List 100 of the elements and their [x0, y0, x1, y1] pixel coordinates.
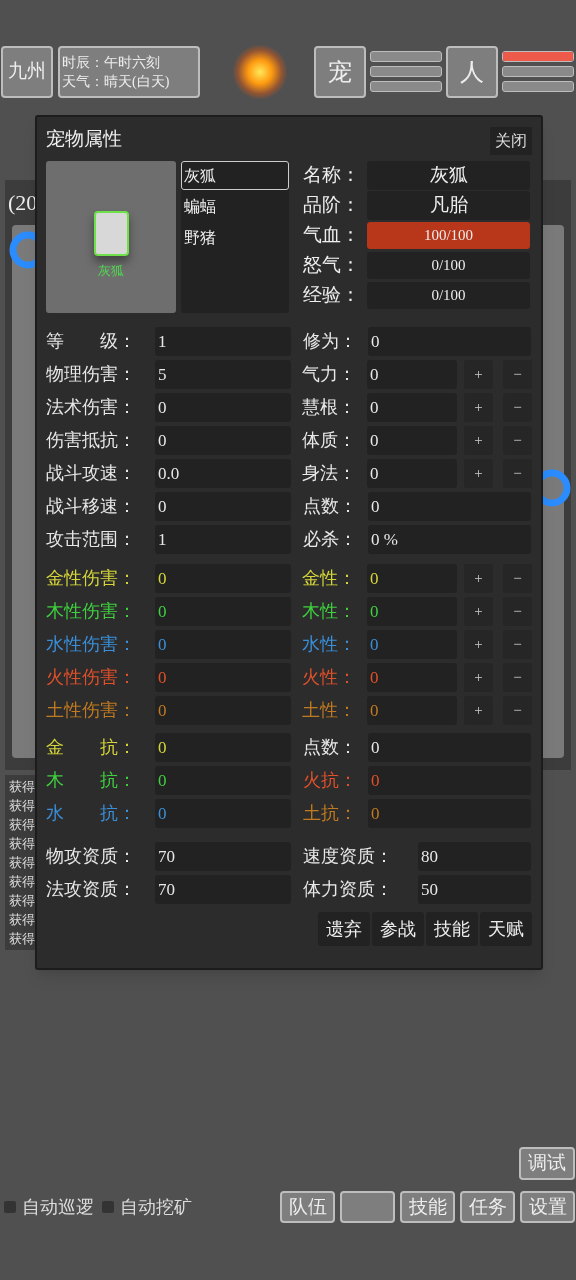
stat-label: 火抗：: [303, 769, 358, 792]
stat-value: 0: [155, 799, 291, 828]
stat-label: 必杀：: [303, 528, 358, 551]
log-line: 获得: [8, 892, 35, 910]
stat-value: 0: [155, 766, 291, 795]
pet-list-item[interactable]: 野猪: [181, 223, 289, 252]
action-button[interactable]: 技能: [426, 912, 478, 946]
stat-label: 木性伤害：: [46, 600, 137, 623]
close-button[interactable]: 关闭: [490, 127, 532, 155]
menu-button[interactable]: [340, 1191, 395, 1223]
plus-button[interactable]: +: [464, 597, 493, 626]
plus-button[interactable]: +: [464, 393, 493, 422]
stat-value: 0: [368, 327, 531, 356]
stat-label: 土性：: [302, 699, 357, 722]
toggle-label: 自动巡逻: [22, 1195, 94, 1219]
toggle-checkbox[interactable]: [4, 1201, 16, 1213]
stat-label: 修为：: [303, 330, 358, 353]
toggle-checkbox[interactable]: [102, 1201, 114, 1213]
minus-button[interactable]: −: [503, 696, 532, 725]
plus-button[interactable]: +: [464, 459, 493, 488]
stat-label: 点数：: [303, 495, 358, 518]
log-line: 获得: [8, 797, 35, 815]
plus-button[interactable]: +: [464, 426, 493, 455]
stat-label: 火性伤害：: [46, 666, 137, 689]
stat-value: 1: [155, 327, 291, 356]
plus-button[interactable]: +: [464, 564, 493, 593]
stat-value: 70: [155, 875, 291, 904]
stat-label: 物理伤害：: [46, 363, 137, 386]
stat-label: 火性：: [302, 666, 357, 689]
stat-value: 0: [367, 360, 457, 389]
info-value: 灰狐: [367, 161, 530, 190]
stat-label: 身法：: [302, 462, 357, 485]
stat-label: 气力：: [302, 363, 357, 386]
stat-label: 体质：: [302, 429, 357, 452]
menu-button[interactable]: 技能: [400, 1191, 455, 1223]
stat-value: 0: [367, 393, 457, 422]
stat-value: 0 %: [368, 525, 531, 554]
stat-value: 0: [155, 564, 291, 593]
action-button[interactable]: 参战: [372, 912, 424, 946]
minus-button[interactable]: −: [503, 426, 532, 455]
action-button[interactable]: 天赋: [480, 912, 532, 946]
stat-value: 0: [155, 663, 291, 692]
status-bar: [502, 51, 574, 62]
minus-button[interactable]: −: [503, 393, 532, 422]
stat-value: 0: [367, 597, 457, 626]
log-line: 获得: [8, 854, 35, 872]
stat-label: 法攻资质：: [46, 878, 137, 901]
meter-reading: 0/100: [430, 256, 467, 276]
minus-button[interactable]: −: [503, 597, 532, 626]
log-line: 获得: [8, 930, 35, 948]
plus-button[interactable]: +: [464, 630, 493, 659]
stat-label: 水性伤害：: [46, 633, 137, 656]
stat-value: 0: [155, 597, 291, 626]
info-label: 名称：: [303, 163, 361, 188]
plus-button[interactable]: +: [464, 360, 493, 389]
stat-label: 木 抗：: [46, 769, 137, 792]
menu-button[interactable]: 任务: [460, 1191, 515, 1223]
stat-value: 0: [155, 630, 291, 659]
minus-button[interactable]: −: [503, 630, 532, 659]
stat-label: 金性伤害：: [46, 567, 137, 590]
pet-list-item[interactable]: 蝙蝠: [181, 192, 289, 221]
pet-list-item[interactable]: 灰狐: [181, 161, 289, 190]
stat-label: 攻击范围：: [46, 528, 137, 551]
stat-label: 战斗攻速：: [46, 462, 137, 485]
stat-label: 体力资质：: [303, 878, 394, 901]
minus-button[interactable]: −: [503, 459, 532, 488]
meter-reading: 100/100: [422, 226, 475, 246]
info-label: 气血：: [303, 223, 361, 248]
info-label: 怒气：: [303, 253, 361, 278]
stat-value: 50: [418, 875, 531, 904]
stat-label: 等 级：: [46, 330, 137, 353]
stat-label: 金性：: [302, 567, 357, 590]
minus-button[interactable]: −: [503, 564, 532, 593]
stat-label: 战斗移速：: [46, 495, 137, 518]
log-line: 获得: [8, 778, 35, 796]
stat-value: 0: [155, 492, 291, 521]
stat-value: 0: [368, 733, 531, 762]
minus-button[interactable]: −: [503, 360, 532, 389]
stat-value: 0: [155, 426, 291, 455]
toggle-label: 自动挖矿: [120, 1195, 192, 1219]
pet-button[interactable]: 宠: [314, 45, 366, 98]
pet-preview-name: 灰狐: [98, 262, 124, 280]
menu-button[interactable]: 设置: [520, 1191, 575, 1223]
stat-label: 物攻资质：: [46, 845, 137, 868]
plus-button[interactable]: +: [464, 696, 493, 725]
dialog-title: 宠物属性: [46, 126, 122, 151]
region-button[interactable]: 九州: [1, 45, 53, 98]
stat-value: 5: [155, 360, 291, 389]
debug-button[interactable]: 调试: [519, 1147, 575, 1180]
log-line: 获得: [8, 911, 35, 929]
plus-button[interactable]: +: [464, 663, 493, 692]
info-label: 品阶：: [303, 193, 361, 218]
stat-value: 80: [418, 842, 531, 871]
weather-text: 天气：晴天(白天): [62, 72, 171, 91]
action-button[interactable]: 遗弃: [318, 912, 370, 946]
menu-button[interactable]: 队伍: [280, 1191, 335, 1223]
stat-label: 水 抗：: [46, 802, 137, 825]
person-button[interactable]: 人: [446, 45, 498, 98]
minus-button[interactable]: −: [503, 663, 532, 692]
log-line: 获得: [8, 816, 35, 834]
